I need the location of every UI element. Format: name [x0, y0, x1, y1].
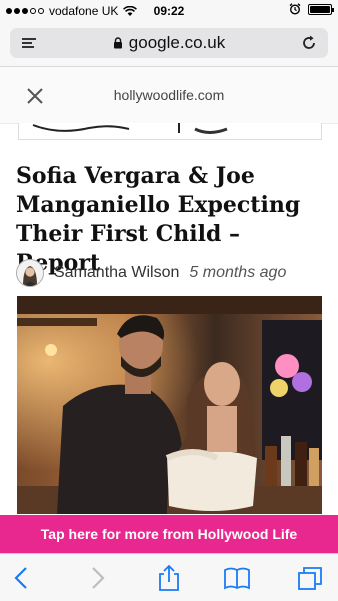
share-icon[interactable]: [155, 564, 183, 592]
reader-menu-icon[interactable]: [22, 36, 36, 50]
back-icon[interactable]: [9, 564, 37, 592]
author-name[interactable]: Samantha Wilson: [54, 264, 179, 282]
status-right: [289, 3, 334, 15]
ad-graphic: [32, 123, 228, 134]
photo-image: [17, 296, 322, 514]
url-field[interactable]: google.co.uk: [10, 28, 328, 58]
byline: Samantha Wilson 5 months ago: [16, 258, 286, 288]
lock-icon: [113, 37, 122, 49]
clock: 09:22: [153, 4, 185, 18]
tabs-icon[interactable]: [296, 564, 324, 592]
url-text: google.co.uk: [128, 33, 226, 52]
site-title: hollywoodlife.com: [113, 87, 225, 103]
ad-banner-partial[interactable]: [18, 123, 322, 140]
promo-banner-text: Tap here for more from Hollywood Life: [40, 526, 298, 542]
alarm-icon: [289, 3, 301, 15]
status-bar: vodafone UK 09:22: [0, 0, 338, 22]
site-header: hollywoodlife.com: [0, 67, 338, 124]
reload-icon[interactable]: [300, 34, 318, 52]
bookmarks-icon[interactable]: [223, 564, 251, 592]
browser-address-bar: google.co.uk: [0, 22, 338, 67]
battery-icon: [308, 3, 334, 15]
author-avatar[interactable]: [16, 259, 44, 287]
forward-icon[interactable]: [82, 564, 110, 592]
publish-time: 5 months ago: [189, 264, 287, 281]
promo-banner[interactable]: Tap here for more from Hollywood Life: [0, 515, 338, 553]
browser-toolbar: [0, 553, 338, 601]
article-photo[interactable]: [17, 296, 322, 514]
